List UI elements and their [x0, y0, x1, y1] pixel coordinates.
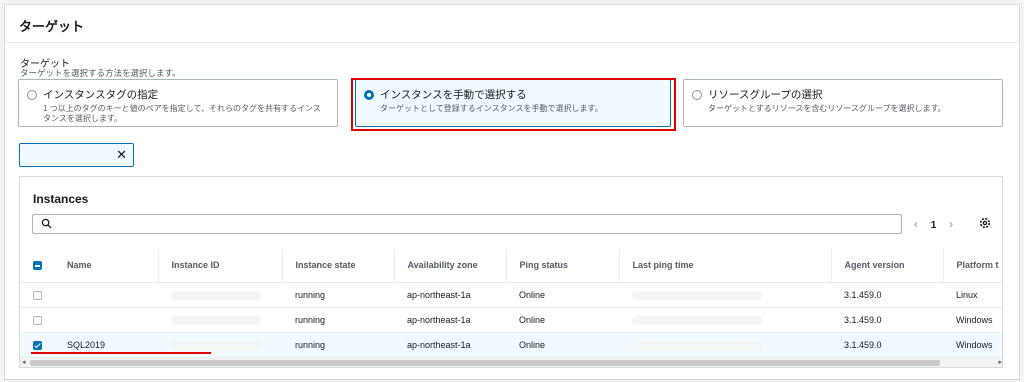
option-resource-group[interactable]: リソースグループの選択 ターゲットとするリソースを含むリソースグループを選択しま…	[683, 79, 1003, 127]
next-page-button[interactable]: ›	[949, 217, 953, 231]
search-icon	[41, 218, 52, 229]
col-agent-version[interactable]: Agent version	[830, 249, 943, 283]
select-all-checkbox[interactable]	[33, 261, 42, 271]
option-desc: ターゲットとして登録するインスタンスを手動で選択します。	[380, 104, 603, 113]
cell-az: ap-northeast-1a	[394, 331, 506, 358]
table-row[interactable]: running ap-northeast-1a Online 3.1.459.0…	[20, 307, 1002, 333]
scroll-right-icon[interactable]: ▸	[998, 358, 1002, 366]
annotation-red-underline	[31, 352, 211, 354]
cell-state: running	[282, 307, 394, 333]
redacted-value	[171, 315, 261, 325]
cell-ping: Online	[506, 307, 619, 333]
instances-title: Instances	[33, 192, 89, 206]
radio-resource-group[interactable]	[692, 90, 702, 100]
redacted-value	[632, 315, 762, 325]
redacted-value	[632, 290, 762, 300]
col-instance-state[interactable]: Instance state	[281, 249, 394, 283]
option-title: リソースグループの選択	[708, 89, 823, 101]
cell-platform: Linux	[943, 282, 1002, 308]
option-title: インスタンスタグの指定	[43, 89, 159, 101]
row-checkbox[interactable]	[33, 290, 42, 300]
row-checkbox[interactable]	[33, 340, 42, 350]
instances-table: Name Instance ID Instance state Availabi…	[20, 249, 1002, 358]
option-desc: ターゲットとするリソースを含むリソースグループを選択します。	[708, 104, 946, 113]
option-specify-tags[interactable]: インスタンスタグの指定 1 つ以上のタグのキーと値のペアを指定して、それらのタグ…	[18, 79, 338, 127]
pagination: ‹ 1 ›	[914, 217, 963, 231]
radio-manual-select[interactable]	[364, 90, 374, 100]
row-select-cell[interactable]	[20, 282, 54, 308]
col-instance-id[interactable]: Instance ID	[157, 249, 282, 283]
section-title: ターゲット	[5, 5, 1019, 43]
scroll-left-icon[interactable]: ◂	[22, 358, 26, 366]
cell-agent: 3.1.459.0	[831, 331, 943, 358]
cell-instance-id	[158, 307, 282, 333]
col-platform[interactable]: Platform t	[942, 249, 1002, 283]
scrollbar-thumb[interactable]	[30, 360, 940, 366]
col-availability-zone[interactable]: Availability zone	[393, 249, 506, 283]
page-number[interactable]: 1	[931, 220, 937, 231]
close-icon[interactable]: ✕	[116, 147, 127, 163]
redacted-value	[171, 340, 261, 350]
cell-state: running	[282, 331, 394, 358]
cell-az: ap-northeast-1a	[394, 282, 506, 308]
cell-name	[54, 307, 158, 333]
cell-last-ping	[619, 282, 831, 308]
row-select-cell[interactable]	[20, 307, 54, 333]
col-last-ping-time[interactable]: Last ping time	[618, 249, 831, 283]
cell-instance-id	[158, 282, 282, 308]
cell-platform: Windows	[943, 331, 1002, 358]
cell-platform: Windows	[943, 307, 1002, 333]
instances-container: Instances ‹ 1 › Name Instance ID Instanc…	[19, 176, 1003, 368]
selected-instance-token: ✕	[19, 143, 134, 167]
horizontal-scrollbar[interactable]: ◂ ▸	[20, 357, 1002, 367]
option-desc: 1 つ以上のタグのキーと値のペアを指定して、それらのタグを共有するインスタンスを…	[43, 104, 321, 123]
cell-ping: Online	[506, 331, 619, 358]
option-title: インスタンスを手動で選択する	[380, 89, 527, 101]
search-input[interactable]	[32, 214, 902, 234]
table-header-row: Name Instance ID Instance state Availabi…	[20, 249, 1002, 283]
select-all-cell[interactable]	[20, 249, 54, 283]
cell-ping: Online	[506, 282, 619, 308]
cell-last-ping	[619, 307, 831, 333]
cell-state: running	[282, 282, 394, 308]
cell-az: ap-northeast-1a	[394, 307, 506, 333]
option-manual-select[interactable]: インスタンスを手動で選択する ターゲットとして登録するインスタンスを手動で選択し…	[355, 79, 671, 127]
redacted-value	[171, 290, 261, 300]
prev-page-button[interactable]: ‹	[914, 217, 918, 231]
cell-name	[54, 282, 158, 308]
redacted-value	[632, 340, 762, 350]
targets-panel: ターゲット ターゲット ターゲットを選択する方法を選択します。 インスタンスタグ…	[4, 4, 1020, 380]
table-row[interactable]: running ap-northeast-1a Online 3.1.459.0…	[20, 282, 1002, 308]
cell-agent: 3.1.459.0	[831, 307, 943, 333]
radio-specify-tags[interactable]	[27, 90, 37, 100]
col-ping-status[interactable]: Ping status	[505, 249, 619, 283]
gear-icon[interactable]	[978, 216, 992, 230]
cell-last-ping	[619, 331, 831, 358]
col-name[interactable]: Name	[54, 249, 158, 283]
row-checkbox[interactable]	[33, 315, 42, 325]
target-description: ターゲットを選択する方法を選択します。	[20, 68, 181, 78]
cell-agent: 3.1.459.0	[831, 282, 943, 308]
